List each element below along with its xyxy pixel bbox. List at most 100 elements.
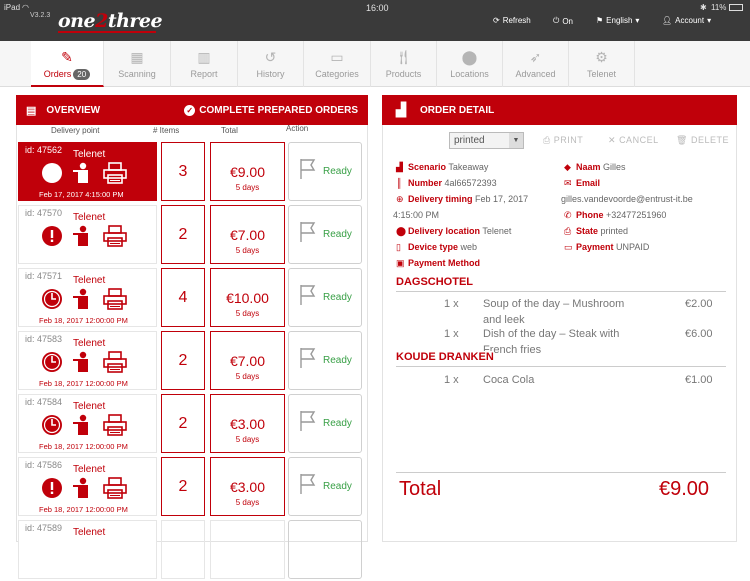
order-id: id: 47583 [25,334,63,344]
caret-down-icon: ▾ [635,16,640,25]
divider [396,291,726,292]
order-total: €10.00 [226,290,269,306]
delivery-point-cell[interactable]: id: 47589 Telenet [18,520,157,579]
order-icons [41,162,127,184]
printer-icon [103,162,127,184]
ready-button[interactable]: Ready [288,268,362,327]
items-count: 3 [161,142,205,201]
tab-scanning[interactable]: ▦ Scanning [104,41,171,87]
battery-level: 11% [711,3,727,12]
ready-label: Ready [323,481,352,492]
power-icon: ⏻ [553,16,560,25]
order-age: 5 days [235,246,260,255]
order-age: 5 days [235,183,260,192]
col-total: Total [221,126,238,135]
pencil-icon: ✎ [61,49,73,65]
order-date: Feb 18, 2017 12:00:00 PM [39,505,128,514]
items-count: 2 [161,205,205,264]
items-count: 2 [161,394,205,453]
order-date: Feb 18, 2017 12:00:00 PM [39,379,128,388]
tab-report[interactable]: ▥ Report [171,41,238,87]
map-marker-icon: ⬤ [461,49,478,65]
order-row[interactable]: id: 47589 Telenet [18,520,362,581]
tab-locations[interactable]: ⬤ Locations [437,41,503,87]
cancel-button[interactable]: ✕ CANCEL [608,135,659,146]
alert-icon [41,225,63,247]
account-dropdown[interactable]: 👤︎ Account ▾ [662,16,711,25]
delivery-point-name: Telenet [73,527,106,538]
flag-icon [299,347,317,374]
tab-telenet[interactable]: ⚙ Telenet [569,41,635,87]
list-icon: ▤ [26,104,37,117]
ready-button[interactable]: Ready [288,142,362,201]
state-field: ⎙ State printed [564,226,629,236]
tab-categories[interactable]: ▭ Categories [304,41,371,87]
delivery-point-name: Telenet [73,149,106,160]
delivery-point-cell[interactable]: id: 47586 Telenet Feb 18, 2017 12:00:00 PM [18,457,157,516]
order-detail-header: ▟ ORDER DETAIL [382,95,737,125]
order-row[interactable]: id: 47583 Telenet Feb 18, 2017 12:00:00 PM… [18,331,362,392]
delivery-timing-time: 4:15:00 PM [393,210,440,220]
refresh-button[interactable]: ⟳ Refresh [493,16,531,25]
print-status-select[interactable]: printed ▼ [449,132,524,149]
printer-icon [103,288,127,310]
delivery-point-cell[interactable]: id: 47583 Telenet Feb 18, 2017 12:00:00 PM [18,331,157,390]
number-field: ║ Number 4al66572393 [396,178,497,188]
clock-icon [41,288,63,310]
language-dropdown[interactable]: ⚑ English ▾ [596,16,639,25]
delivery-point-name: Telenet [73,464,106,475]
wifi-icon: ◠ [22,3,29,12]
delivery-point-cell[interactable]: id: 47562 Telenet Feb 17, 2017 4:15:00 PM [18,142,157,201]
waiter-icon [73,414,93,436]
order-row[interactable]: id: 47584 Telenet Feb 18, 2017 12:00:00 PM… [18,394,362,455]
ready-label: Ready [323,292,352,303]
order-row[interactable]: id: 47571 Telenet Feb 18, 2017 12:00:00 PM… [18,268,362,329]
caret-down-icon: ▼ [509,133,523,148]
complete-orders-button[interactable]: ✓ COMPLETE PREPARED ORDERS [184,104,358,116]
order-age: 5 days [235,309,260,318]
order-total: €9.00 [229,164,266,180]
payment-method-field: ▣ Payment Method [396,258,481,268]
power-toggle[interactable]: ⏻ On [553,16,573,26]
qrcode-icon: ▦ [130,49,144,65]
ready-button[interactable]: Ready [288,331,362,390]
ready-button[interactable]: Ready [288,457,362,516]
main-nav: ✎ Orders 20 ▦ Scanning ▥ Report ↺ History ▭ Ca… [0,41,750,87]
trash-icon: 🗑︎ [676,135,688,145]
waiter-icon [73,288,93,310]
order-id: id: 47589 [25,523,63,533]
print-button[interactable]: ⎙ PRINT [543,135,583,146]
delete-button[interactable]: 🗑︎ DELETE [676,135,729,146]
flag-icon [299,158,317,185]
delivery-point-cell[interactable]: id: 47571 Telenet Feb 18, 2017 12:00:00 PM [18,268,157,327]
order-date: Feb 18, 2017 12:00:00 PM [39,442,128,451]
order-row[interactable]: id: 47586 Telenet Feb 18, 2017 12:00:00 PM… [18,457,362,518]
tab-history[interactable]: ↺ History [238,41,304,87]
ready-button[interactable] [288,520,362,579]
app-version: V3.2.3 [30,12,51,19]
printer-icon [103,414,127,436]
delivery-point-name: Telenet [73,275,106,286]
money-icon: ▣ [396,258,405,268]
delivery-point-cell[interactable]: id: 47584 Telenet Feb 18, 2017 12:00:00 PM [18,394,157,453]
orders-count-badge: 20 [73,69,91,80]
item-name: Coca Cola [483,374,535,386]
waiter-icon [73,162,93,184]
ready-button[interactable]: Ready [288,394,362,453]
item-name: Dish of the day – Steak with [483,328,620,340]
caret-down-icon: ▾ [707,16,712,25]
tab-orders[interactable]: ✎ Orders 20 [31,41,104,87]
tab-products[interactable]: 🍴︎ Products [371,41,437,87]
ready-button[interactable]: Ready [288,205,362,264]
items-count: 4 [161,268,205,327]
order-id: id: 47571 [25,271,63,281]
tab-advanced[interactable]: ➶ Advanced [503,41,569,87]
order-row[interactable]: id: 47570 Telenet 2 €7.00 5 days Ready [18,205,362,266]
delivery-timing-field: ⊕ Delivery timing Feb 17, 2017 [396,194,529,204]
clock-time: 16:00 [366,3,389,13]
clock-icon [41,351,63,373]
order-row[interactable]: id: 47562 Telenet Feb 17, 2017 4:15:00 PM 3… [18,142,362,203]
col-items: # Items [153,126,180,135]
flag-icon [299,473,317,500]
delivery-point-cell[interactable]: id: 47570 Telenet [18,205,157,264]
